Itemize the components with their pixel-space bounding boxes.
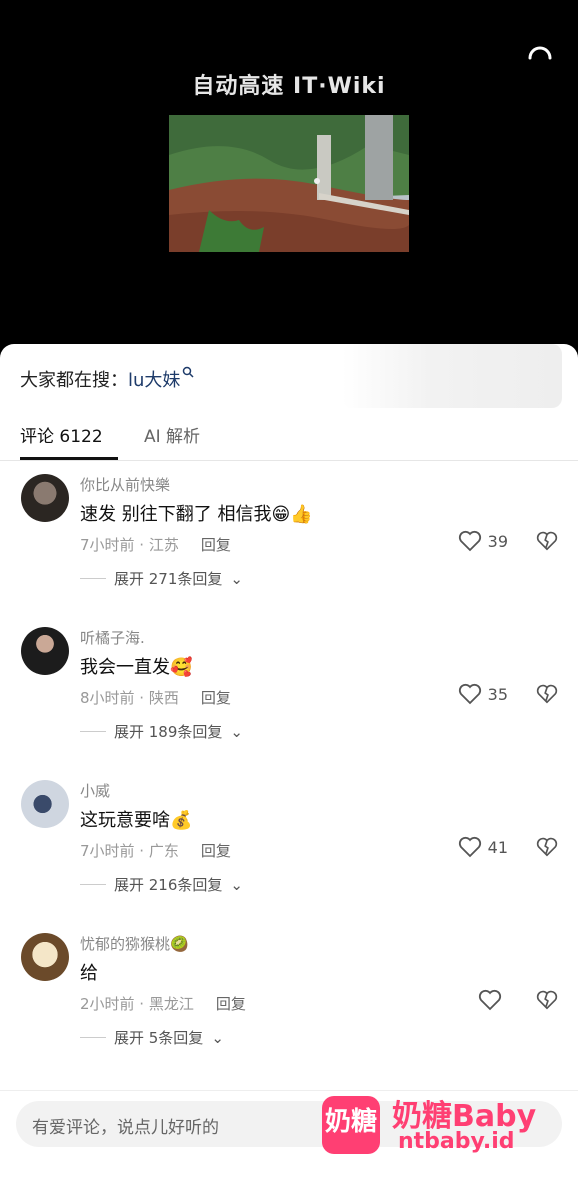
expand-line: [80, 731, 106, 732]
expand-replies[interactable]: 展开 189条回复 ⌄: [80, 721, 243, 742]
active-tab-indicator: [20, 457, 118, 460]
reply-button[interactable]: 回复: [216, 995, 246, 1013]
heart-icon: [458, 530, 481, 552]
trending-search-keyword[interactable]: lu大妹: [128, 370, 180, 391]
tab-comments[interactable]: 评论 6122: [20, 422, 103, 447]
heart-icon: [478, 989, 502, 1011]
expand-replies[interactable]: 展开 271条回复 ⌄: [80, 568, 243, 589]
broken-heart-icon[interactable]: [536, 836, 558, 858]
loading-spinner-icon: [528, 46, 552, 60]
comment-author[interactable]: 小威: [80, 780, 110, 801]
comments-panel: 大家都在搜：lu大妹 评论 6122 AI 解析 你比从前快樂 速发 别往下翻了…: [0, 344, 578, 1199]
comment-input-placeholder: 有爱评论，说点儿好听的: [32, 1118, 219, 1138]
trending-search[interactable]: 大家都在搜：lu大妹: [20, 366, 194, 392]
comment-input-bar: 有爱评论，说点儿好听的 奶糖 奶糖Baby ntbaby.id: [0, 1090, 578, 1200]
expand-line: [80, 1037, 106, 1038]
comment-text: 这玩意要啥💰: [80, 810, 193, 831]
avatar[interactable]: [21, 780, 69, 828]
video-player[interactable]: 自动高速 IT·Wiki: [0, 0, 578, 360]
comment-time-location: 8小时前 · 陕西: [80, 689, 179, 707]
expand-line: [80, 884, 106, 885]
like-count: 39: [487, 531, 508, 551]
comment-meta: 8小时前 · 陕西 回复: [80, 687, 231, 708]
comment-time-location: 7小时前 · 广东: [80, 842, 179, 860]
broken-heart-icon[interactable]: [536, 989, 558, 1011]
broken-heart-icon[interactable]: [536, 683, 558, 705]
expand-replies-label: 展开 189条回复: [114, 723, 223, 741]
comment-tabs: 评论 6122 AI 解析: [0, 410, 578, 461]
expand-line: [80, 578, 106, 579]
trending-search-prefix: 大家都在搜：: [20, 370, 128, 391]
comment-text: 给: [80, 963, 98, 984]
comment-time-location: 7小时前 · 江苏: [80, 536, 179, 554]
comment-text: 速发 别往下翻了 相信我😁👍: [80, 504, 313, 525]
like-count: 41: [487, 837, 508, 857]
reply-button[interactable]: 回复: [201, 689, 231, 707]
search-blur-overlay: [342, 344, 562, 408]
expand-replies[interactable]: 展开 5条回复 ⌄: [80, 1027, 224, 1048]
comment-meta: 7小时前 · 江苏 回复: [80, 534, 231, 555]
watermark-logo: 奶糖: [322, 1096, 380, 1154]
chevron-down-icon: ⌄: [211, 1028, 224, 1047]
reply-button[interactable]: 回复: [201, 536, 231, 554]
expand-replies-label: 展开 271条回复: [114, 570, 223, 588]
expand-replies[interactable]: 展开 216条回复 ⌄: [80, 874, 243, 895]
search-icon: [183, 366, 194, 378]
chevron-down-icon: ⌄: [230, 722, 243, 741]
broken-heart-icon[interactable]: [536, 530, 558, 552]
comment-author[interactable]: 忧郁的猕猴桃🥝: [80, 933, 189, 954]
heart-icon: [458, 683, 481, 705]
avatar[interactable]: [21, 933, 69, 981]
reply-button[interactable]: 回复: [201, 842, 231, 860]
avatar[interactable]: [21, 627, 69, 675]
comment-meta: 7小时前 · 广东 回复: [80, 840, 231, 861]
tab-ai-analysis[interactable]: AI 解析: [144, 422, 200, 447]
heart-icon: [458, 836, 481, 858]
expand-replies-label: 展开 5条回复: [114, 1029, 204, 1047]
video-thumbnail[interactable]: [169, 115, 409, 252]
like-button[interactable]: 41: [458, 836, 508, 858]
like-button[interactable]: 39: [458, 530, 508, 552]
avatar[interactable]: [21, 474, 69, 522]
like-button[interactable]: [478, 989, 508, 1011]
video-title: 自动高速 IT·Wiki: [192, 74, 386, 99]
chevron-down-icon: ⌄: [230, 569, 243, 588]
comment-meta: 2小时前 · 黑龙江 回复: [80, 993, 246, 1014]
comment-text: 我会一直发🥰: [80, 657, 193, 678]
comment-author[interactable]: 你比从前快樂: [80, 474, 170, 495]
like-count: 35: [487, 684, 508, 704]
like-button[interactable]: 35: [458, 683, 508, 705]
watermark-url: ntbaby.id: [398, 1129, 515, 1154]
expand-replies-label: 展开 216条回复: [114, 876, 223, 894]
comment-author[interactable]: 听橘子海.: [80, 627, 145, 648]
comment-time-location: 2小时前 · 黑龙江: [80, 995, 194, 1013]
chevron-down-icon: ⌄: [230, 875, 243, 894]
